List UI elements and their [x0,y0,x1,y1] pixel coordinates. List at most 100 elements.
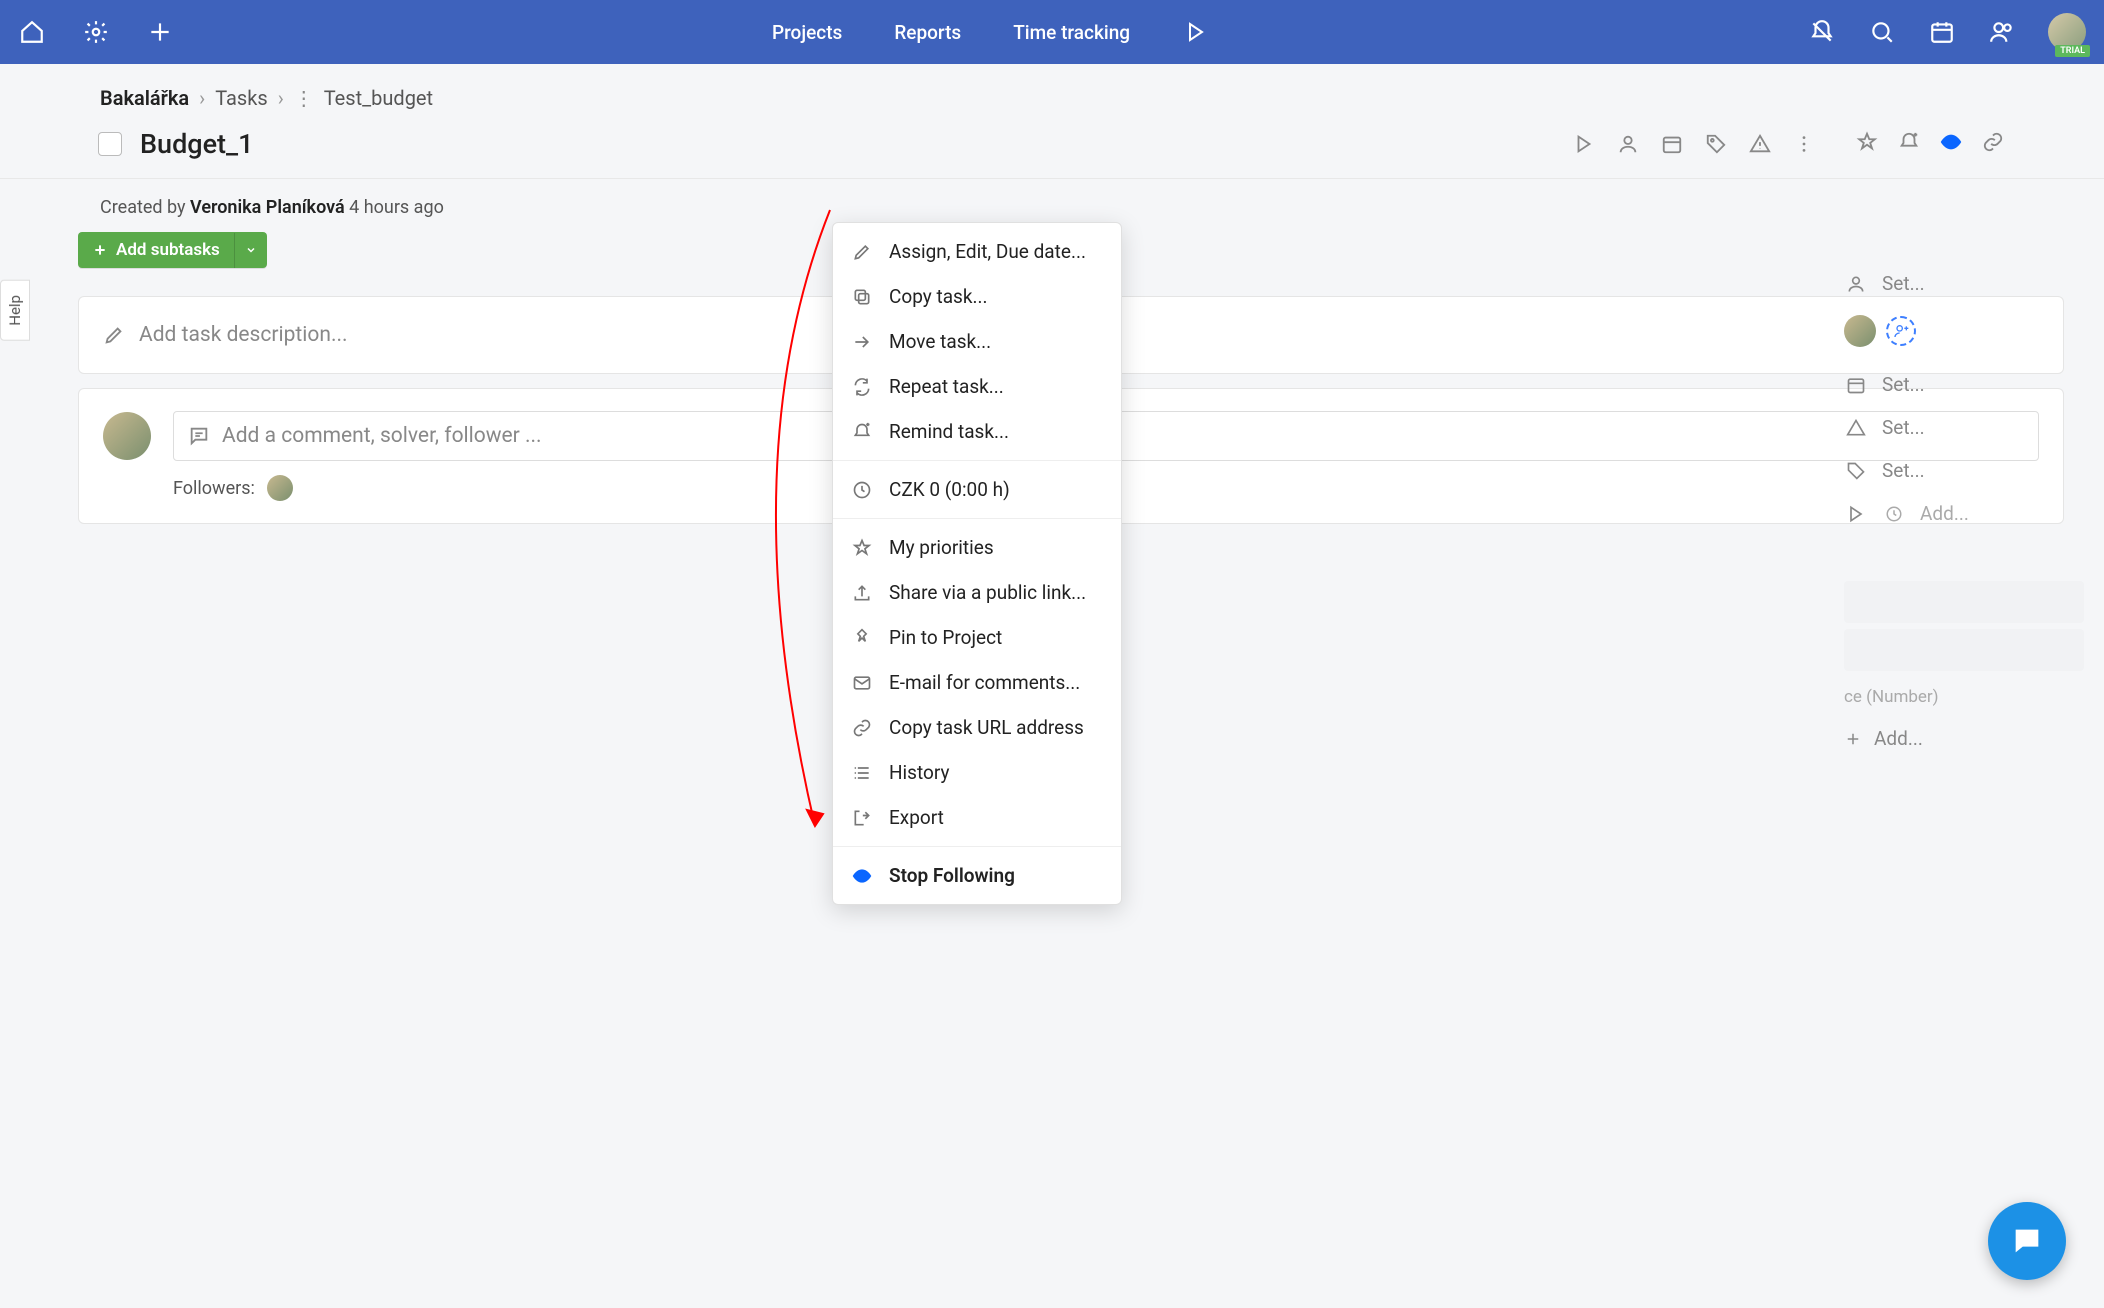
menu-email[interactable]: E-mail for comments... [833,660,1121,705]
clock-icon [1882,505,1906,523]
person-icon[interactable] [1616,132,1640,156]
warning-icon[interactable] [1748,132,1772,156]
task-time-ago: 4 hours ago [345,197,444,218]
copy-icon [851,287,873,307]
plus-icon[interactable] [146,18,174,46]
bell-off-icon[interactable] [1808,18,1836,46]
menu-priorities[interactable]: My priorities [833,525,1121,570]
add-custom-field[interactable]: Add... [1844,717,2090,760]
current-user-avatar [103,412,151,460]
assignee-avatar[interactable] [1844,315,1876,347]
calendar-icon[interactable] [1928,18,1956,46]
priority-row[interactable]: Set... [1844,406,2090,449]
breadcrumb-item[interactable]: Test_budget [324,86,433,110]
menu-share[interactable]: Share via a public link... [833,570,1121,615]
assignee-avatars [1844,305,2090,363]
menu-move-task[interactable]: Move task... [833,319,1121,364]
add-subtasks-dropdown[interactable] [234,233,267,268]
gear-icon[interactable] [82,18,110,46]
task-meta: Created by Veronika Planíková 4 hours ag… [0,179,2104,228]
menu-label: E-mail for comments... [889,671,1080,694]
menu-label: History [889,761,949,784]
more-vertical-icon[interactable] [1792,132,1816,156]
tag-row[interactable]: Set... [1844,449,2090,492]
follower-avatar[interactable] [267,475,293,501]
menu-repeat-task[interactable]: Repeat task... [833,364,1121,409]
add-subtasks-button: Add subtasks [78,232,267,268]
menu-pin[interactable]: Pin to Project [833,615,1121,660]
task-complete-checkbox[interactable] [98,132,122,156]
tag-icon[interactable] [1704,132,1728,156]
pin-icon [851,628,873,648]
tracking-label: Add... [1920,502,1969,525]
menu-label: My priorities [889,536,994,559]
assignee-label: Set... [1882,272,1925,295]
priority-label: Set... [1882,416,1925,439]
custom-field-hint: ce (Number) [1844,677,2090,717]
menu-label: Copy task URL address [889,716,1084,739]
menu-remind-task[interactable]: Remind task... [833,409,1121,454]
menu-label: CZK 0 (0:00 h) [889,478,1010,501]
star-icon [851,538,873,558]
menu-label: Export [889,806,944,829]
menu-copy-url[interactable]: Copy task URL address [833,705,1121,750]
upload-icon [851,583,873,603]
home-icon[interactable] [18,18,46,46]
task-title[interactable]: Budget_1 [140,128,1572,160]
calendar-icon [1844,375,1868,395]
assignee-row[interactable]: Set... [1844,262,2090,305]
eye-icon [851,866,873,886]
export-icon [851,808,873,828]
star-icon[interactable] [1856,131,1878,157]
nav-projects[interactable]: Projects [772,21,842,44]
repeat-icon [851,377,873,397]
menu-copy-task[interactable]: Copy task... [833,274,1121,319]
eye-icon[interactable] [1940,131,1962,157]
link-icon[interactable] [1982,131,2004,157]
tag-label: Set... [1882,459,1925,482]
menu-label: Stop Following [889,864,1015,887]
nav-reports[interactable]: Reports [894,21,961,44]
search-icon[interactable] [1868,18,1896,46]
add-subtasks-main[interactable]: Add subtasks [78,232,234,268]
followers-label: Followers: [173,478,255,499]
add-assignee-button[interactable] [1886,316,1916,346]
chevron-right-icon: › [199,86,205,110]
trial-badge: TRIAL [2055,45,2090,57]
due-date-row[interactable]: Set... [1844,363,2090,406]
custom-field-hint-text: ce (Number) [1844,687,1939,707]
custom-field-block[interactable] [1844,629,2084,671]
warning-icon [1844,418,1868,438]
menu-stop-following[interactable]: Stop Following [833,853,1121,898]
breadcrumb-section[interactable]: Tasks [215,86,268,110]
menu-label: Assign, Edit, Due date... [889,240,1086,263]
arrow-right-icon [851,332,873,352]
tag-icon [1844,461,1868,481]
people-icon[interactable] [1988,18,2016,46]
calendar-icon[interactable] [1660,132,1684,156]
bell-plus-icon[interactable] [1898,131,1920,157]
menu-assign-edit[interactable]: Assign, Edit, Due date... [833,229,1121,274]
custom-field-block[interactable] [1844,581,2084,623]
menu-export[interactable]: Export [833,795,1121,840]
menu-history[interactable]: History [833,750,1121,795]
task-more-menu: Assign, Edit, Due date... Copy task... M… [832,222,1122,905]
chat-bubble-button[interactable] [1988,1202,2066,1280]
list-icon [851,763,873,783]
more-vertical-icon[interactable]: ⋮ [294,86,314,110]
user-avatar[interactable]: TRIAL [2048,13,2086,51]
nav-time-tracking[interactable]: Time tracking [1013,21,1130,44]
breadcrumb-project[interactable]: Bakalářka [100,86,189,110]
play-icon[interactable] [1182,18,1210,46]
play-icon[interactable] [1572,132,1596,156]
breadcrumb: Bakalářka › Tasks › ⋮ Test_budget [0,64,2104,122]
pencil-icon [851,242,873,262]
menu-label: Share via a public link... [889,581,1086,604]
clock-icon [851,480,873,500]
menu-label: Copy task... [889,285,988,308]
menu-label: Move task... [889,330,991,353]
play-icon [1844,504,1868,524]
menu-budget[interactable]: CZK 0 (0:00 h) [833,467,1121,512]
tracking-row[interactable]: Add... [1844,492,2090,535]
description-placeholder: Add task description... [139,323,348,347]
